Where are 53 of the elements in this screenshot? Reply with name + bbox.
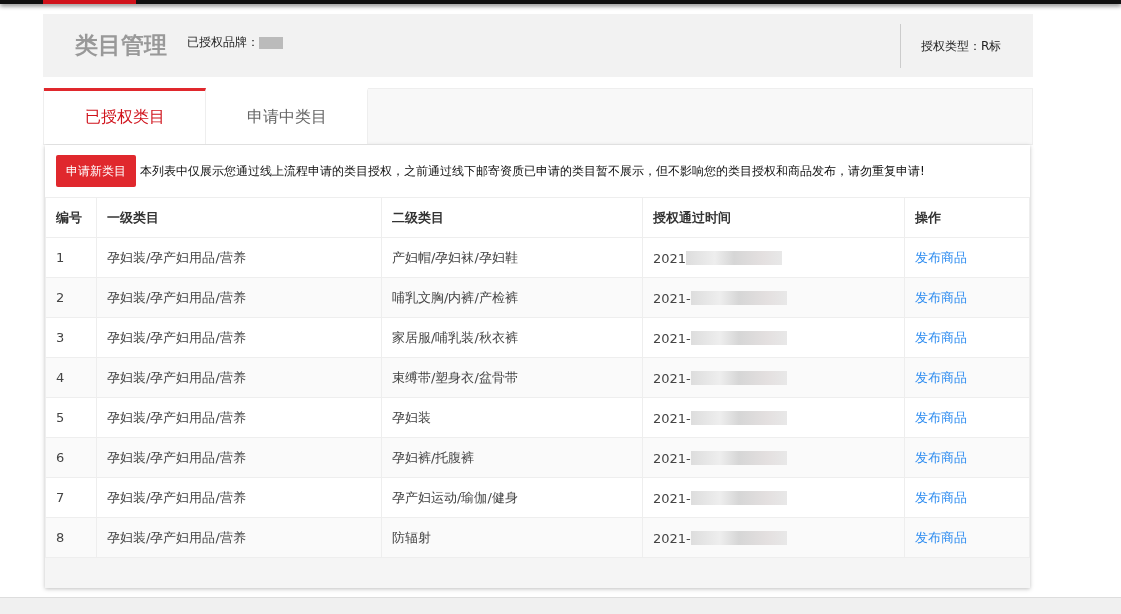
column-header: 授权通过时间	[642, 197, 905, 238]
table-cell: 2021-	[653, 530, 691, 546]
table-cell: 5	[45, 397, 97, 438]
table-cell: 2021	[653, 250, 687, 266]
tab[interactable]: 申请中类目	[206, 88, 368, 144]
tab[interactable]: 已授权类目	[44, 88, 206, 144]
publish-link[interactable]: 发布商品	[915, 289, 967, 305]
column-header: 操作	[904, 197, 1030, 238]
table-cell: 孕妇装/孕产妇用品/营养	[96, 237, 382, 278]
table-cell: 孕妇装/孕产妇用品/营养	[96, 397, 382, 438]
table-cell: 哺乳文胸/内裤/产检裤	[381, 277, 643, 318]
table-cell: 4	[45, 357, 97, 398]
table-cell: 孕妇装/孕产妇用品/营养	[96, 517, 382, 558]
table-cell: 孕产妇运动/瑜伽/健身	[381, 477, 643, 518]
table-cell: 2021-	[653, 450, 691, 466]
table-cell: 孕妇装/孕产妇用品/营养	[96, 357, 382, 398]
table-cell: 2021-	[653, 330, 691, 346]
page-title: 类目管理	[75, 31, 167, 60]
table-cell: 8	[45, 517, 97, 558]
table-cell: 孕妇装/孕产妇用品/营养	[96, 477, 382, 518]
table-cell: 孕妇装/孕产妇用品/营养	[96, 437, 382, 478]
publish-link[interactable]: 发布商品	[915, 449, 967, 465]
table-cell: 孕妇装/孕产妇用品/营养	[96, 317, 382, 358]
apply-button[interactable]: 申请新类目	[56, 155, 136, 187]
table-cell: 1	[45, 237, 97, 278]
table-cell: 孕妇装	[381, 397, 643, 438]
table-cell: 3	[45, 317, 97, 358]
auth-type: 授权类型：R标	[900, 23, 1033, 68]
publish-link[interactable]: 发布商品	[915, 409, 967, 425]
notice-text: 本列表中仅展示您通过线上流程申请的类目授权，之前通过线下邮寄资质已申请的类目暂不展示，但不影响您的类目授权和商品发布，请勿重复申请!	[140, 162, 925, 180]
table-cell: 2021-	[653, 490, 691, 506]
publish-link[interactable]: 发布商品	[915, 369, 967, 385]
brand-label: 已授权品牌：	[187, 34, 259, 51]
table-cell: 2021-	[653, 410, 691, 426]
table-cell: 孕妇裤/托腹裤	[381, 437, 643, 478]
table-cell: 束缚带/塑身衣/盆骨带	[381, 357, 643, 398]
table-cell: 防辐射	[381, 517, 643, 558]
table-cell: 家居服/哺乳装/秋衣裤	[381, 317, 643, 358]
publish-link[interactable]: 发布商品	[915, 489, 967, 505]
table-cell: 2021-	[653, 290, 691, 306]
table-cell: 7	[45, 477, 97, 518]
column-header: 编号	[45, 197, 97, 238]
table-cell: 6	[45, 437, 97, 478]
table-cell: 2021-	[653, 370, 691, 386]
table-cell: 孕妇装/孕产妇用品/营养	[96, 277, 382, 318]
publish-link[interactable]: 发布商品	[915, 249, 967, 265]
table-cell: 产妇帽/孕妇袜/孕妇鞋	[381, 237, 643, 278]
column-header: 一级类目	[96, 197, 382, 238]
table-cell: 2	[45, 277, 97, 318]
redacted-block	[259, 36, 283, 49]
publish-link[interactable]: 发布商品	[915, 329, 967, 345]
column-header: 二级类目	[381, 197, 643, 238]
publish-link[interactable]: 发布商品	[915, 529, 967, 545]
